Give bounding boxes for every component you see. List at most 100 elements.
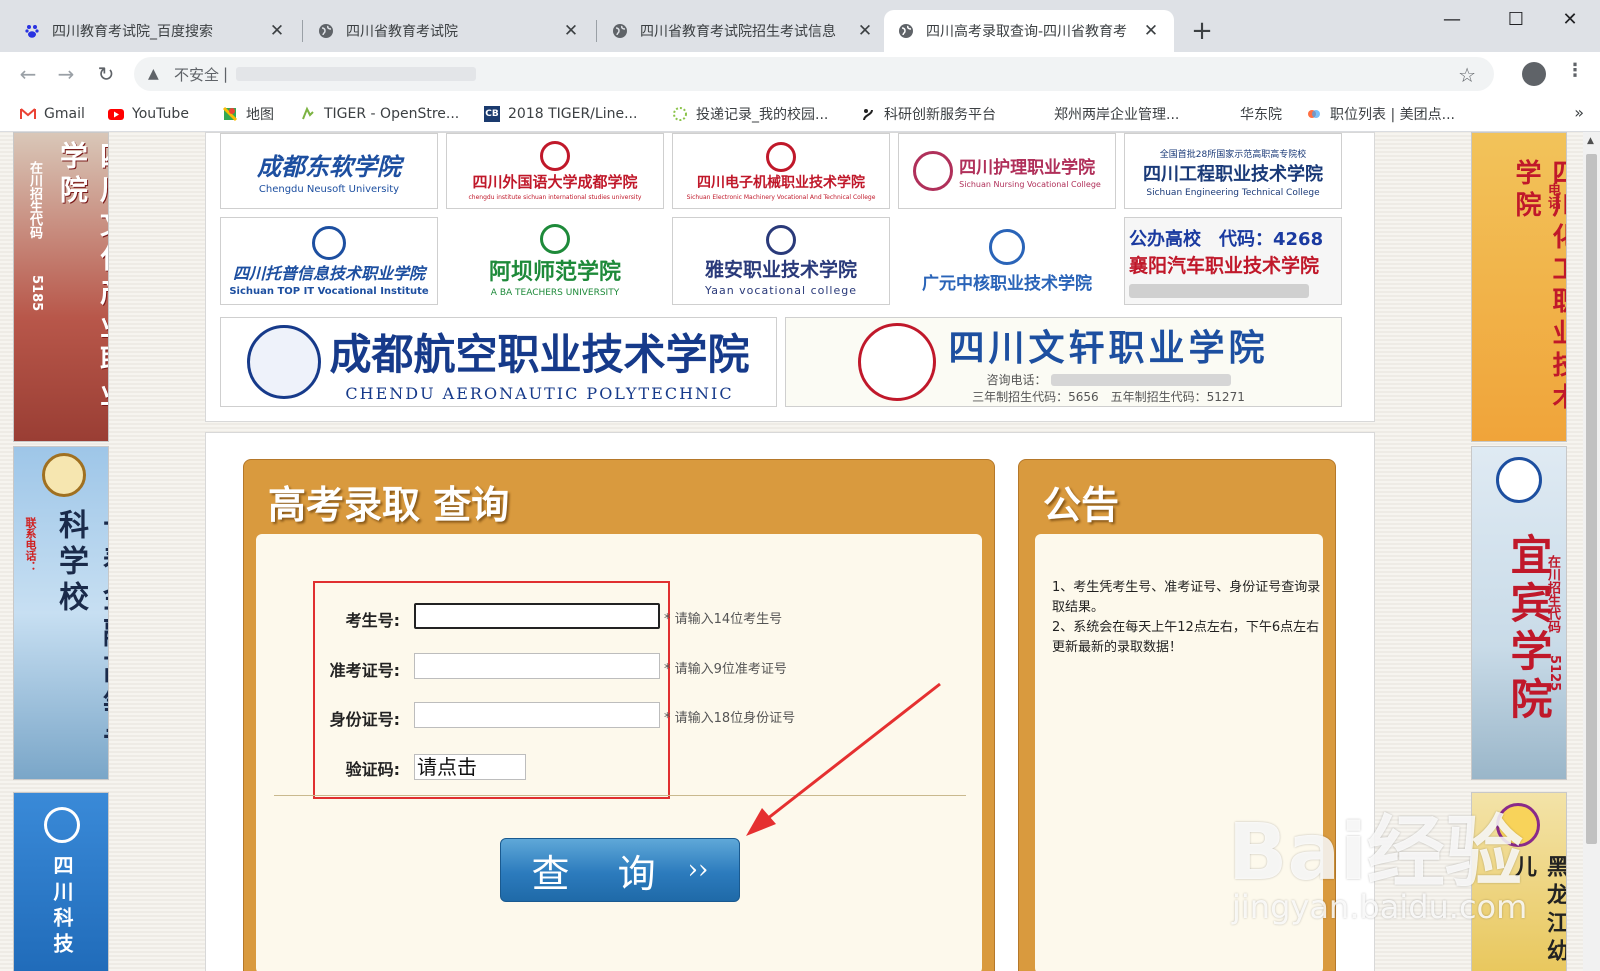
bookmark-label: 郑州两岸企业管理...: [1054, 107, 1180, 123]
bookmarks-overflow-icon[interactable]: »: [1574, 103, 1584, 122]
close-icon[interactable]: ✕: [856, 21, 874, 41]
bookmark-tiger-line[interactable]: CB 2018 TIGER/Line...: [484, 104, 637, 124]
logo-name: 雅安职业技术学院: [704, 259, 857, 281]
maximize-icon[interactable]: ☐: [1496, 6, 1536, 32]
captcha-input[interactable]: 请点击: [414, 754, 526, 780]
baidu-watermark: Bai经验: [1228, 808, 1523, 898]
ad-right-top[interactable]: 电话 四川化工职业技术学院: [1471, 132, 1567, 442]
tab-baidu-search[interactable]: 四川教育考试院_百度搜索 ✕: [10, 10, 300, 52]
bookmark-gmail[interactable]: Gmail: [20, 104, 85, 124]
maps-icon: [222, 106, 238, 122]
bookmark-youtube[interactable]: YouTube: [108, 104, 189, 124]
menu-kebab-icon[interactable]: ⋮: [1566, 60, 1584, 81]
ad-code: 5125: [1547, 655, 1562, 692]
admission-ticket-input[interactable]: [414, 653, 660, 679]
ad-code-label: 在川招生代码: [1545, 555, 1560, 633]
admission-ticket-label: 准考证号:: [329, 661, 400, 680]
minimize-icon[interactable]: —: [1432, 6, 1472, 32]
ad-code: 5185: [29, 275, 44, 312]
logo-xiangyang-auto[interactable]: 公办高校 代码：4268 襄阳汽车职业技术学院: [1124, 217, 1342, 305]
tab-title: 四川省教育考试院: [346, 24, 458, 40]
query-submit-button[interactable]: 查 询 ››: [500, 838, 740, 902]
bookmark-star-icon[interactable]: ☆: [1458, 63, 1476, 87]
close-icon[interactable]: ✕: [562, 21, 580, 41]
logo-yaan-vocational[interactable]: 雅安职业技术学院 Yaan vocational college: [672, 217, 890, 305]
tab-title: 四川教育考试院_百度搜索: [52, 24, 213, 40]
tab-gaokao-query[interactable]: 四川高考录取查询-四川省教育考 ✕: [884, 10, 1174, 52]
ad-left-top[interactable]: 在川招生代码 5185 四川文化产业职业学院: [13, 132, 109, 442]
scrollbar-thumb[interactable]: [1586, 154, 1597, 844]
ad-right-mid[interactable]: 宜宾学院 在川招生代码 5125: [1471, 446, 1567, 780]
page-scrollbar[interactable]: ▲: [1583, 132, 1600, 971]
school-emblem-icon: [44, 807, 80, 843]
logo-chengdu-neusoft[interactable]: 成都东软学院 Chengdu Neusoft University: [220, 133, 438, 209]
logo-sichuan-electronic-machinery[interactable]: 四川电子机械职业技术学院 Sichuan Electronic Machiner…: [672, 133, 890, 209]
logo-name: 阿坝师范学院: [488, 259, 621, 285]
logo-codes: 三年制招生代码：5656 五年制招生代码：51271: [972, 390, 1245, 404]
bookmark-zhengzhou[interactable]: 郑州两岸企业管理...: [1054, 104, 1179, 124]
redacted-phone: [1129, 283, 1309, 298]
candidate-number-input[interactable]: [414, 603, 660, 629]
logo-sichuan-top-it[interactable]: 四川托普信息技术职业学院 Sichuan TOP IT Vocational I…: [220, 217, 438, 305]
logo-name: 四川护理职业学院: [959, 158, 1096, 178]
tab-exam-institute[interactable]: 四川省教育考试院 ✕: [304, 10, 594, 52]
ad-left-mid[interactable]: 联系电话： 长春金融高等专科学校: [13, 446, 109, 780]
logo-sichuan-engineering[interactable]: 全国首批28所国家示范高职高专院校 四川工程职业技术学院 Sichuan Eng…: [1124, 133, 1342, 209]
school-emblem-icon: [858, 323, 937, 401]
page-icon: [860, 106, 876, 122]
logo-tagline: 全国首批28所国家示范高职高专院校: [1159, 149, 1307, 160]
forward-icon[interactable]: →: [52, 60, 80, 88]
bookmark-delivery-record[interactable]: 投递记录_我的校园...: [672, 104, 828, 124]
logo-name: 襄阳汽车职业技术学院: [1129, 254, 1320, 277]
school-emblem-icon: [766, 225, 796, 255]
bookmark-label: YouTube: [132, 106, 189, 122]
admission-ticket-hint: * 请输入9位准考证号: [664, 662, 787, 677]
security-label: 不安全: [174, 65, 220, 84]
close-icon[interactable]: ✕: [1142, 21, 1160, 41]
bookmark-huadong[interactable]: 华东院: [1240, 104, 1282, 124]
logo-name: 四川工程职业技术学院: [1143, 163, 1323, 185]
ad-left-bottom[interactable]: 四川科技: [13, 792, 109, 971]
logo-sisu-chengdu[interactable]: 四川外国语大学成都学院 chengdu institute sichuan in…: [446, 133, 664, 209]
window-close-icon[interactable]: ✕: [1550, 6, 1590, 32]
ad-school-name: 长春金融高等专科学校: [53, 509, 108, 761]
double-arrow-icon: ››: [687, 855, 709, 885]
globe-icon: [612, 23, 628, 39]
logo-sichuan-wenxuan[interactable]: 四川文轩职业学院 咨询电话： 三年制招生代码：5656 五年制招生代码：5127…: [785, 317, 1342, 407]
back-icon[interactable]: ←: [14, 60, 42, 88]
query-button-label: 查 询: [531, 851, 674, 896]
scroll-up-icon[interactable]: ▲: [1587, 136, 1594, 146]
logo-guangyuan-zhonghe[interactable]: 广元中核职业技术学院: [898, 217, 1116, 305]
logo-english-name: chengdu institute sichuan international …: [468, 194, 642, 201]
notice-line: 1、考生凭考生号、准考证号、身份证号查询录取结果。: [1052, 580, 1321, 615]
reload-icon[interactable]: ↻: [92, 60, 120, 88]
url-redacted: [236, 67, 477, 81]
logo-chengdu-aeronautic[interactable]: 成都航空职业技术学院 CHENDU AERONAUTIC POLYTECHNIC: [220, 317, 777, 407]
tab-title: 四川高考录取查询-四川省教育考: [926, 24, 1128, 40]
new-tab-button[interactable]: +: [1188, 18, 1216, 46]
tab-strip: 四川教育考试院_百度搜索 ✕ 四川省教育考试院 ✕ 四川省教育考试院招生考试信息…: [0, 0, 1600, 52]
bookmark-label: TIGER - OpenStre...: [324, 106, 460, 122]
ad-school-name: 四川文化产业职业学院: [56, 141, 108, 413]
bookmark-label: 华东院: [1240, 107, 1282, 123]
logo-name: 四川电子机械职业技术学院: [697, 174, 865, 191]
bookmark-meituan-jobs[interactable]: 职位列表 | 美团点...: [1306, 104, 1455, 124]
bookmarks-bar: Gmail YouTube 地图 TIGER - OpenStre... CB …: [0, 96, 1600, 132]
bookmark-research-platform[interactable]: 科研创新服务平台: [860, 104, 996, 124]
tab-admission-info[interactable]: 四川省教育考试院招生考试信息 ✕: [598, 10, 888, 52]
logo-sichuan-nursing[interactable]: 四川护理职业学院 Sichuan Nursing Vocational Coll…: [898, 133, 1116, 209]
page-icon: [1306, 106, 1322, 122]
logo-consult-label: 咨询电话：: [986, 373, 1047, 387]
id-number-input[interactable]: [414, 702, 660, 728]
bookmark-label: 科研创新服务平台: [884, 107, 996, 123]
ad-contact: 联系电话：: [24, 517, 37, 572]
tab-title: 四川省教育考试院招生考试信息: [640, 24, 836, 40]
logo-aba-teachers[interactable]: 阿坝师范学院 A BA TEACHERS UNIVERSITY: [446, 217, 664, 305]
page-icon: [672, 106, 688, 122]
profile-avatar[interactable]: [1522, 62, 1546, 86]
address-bar[interactable]: ▲ 不安全 | ☆: [134, 57, 1494, 91]
bookmark-maps[interactable]: 地图: [222, 104, 274, 124]
close-icon[interactable]: ✕: [268, 21, 286, 41]
bookmark-tiger-openstreet[interactable]: TIGER - OpenStre...: [300, 104, 459, 124]
logo-english-name: A BA TEACHERS UNIVERSITY: [490, 288, 620, 298]
